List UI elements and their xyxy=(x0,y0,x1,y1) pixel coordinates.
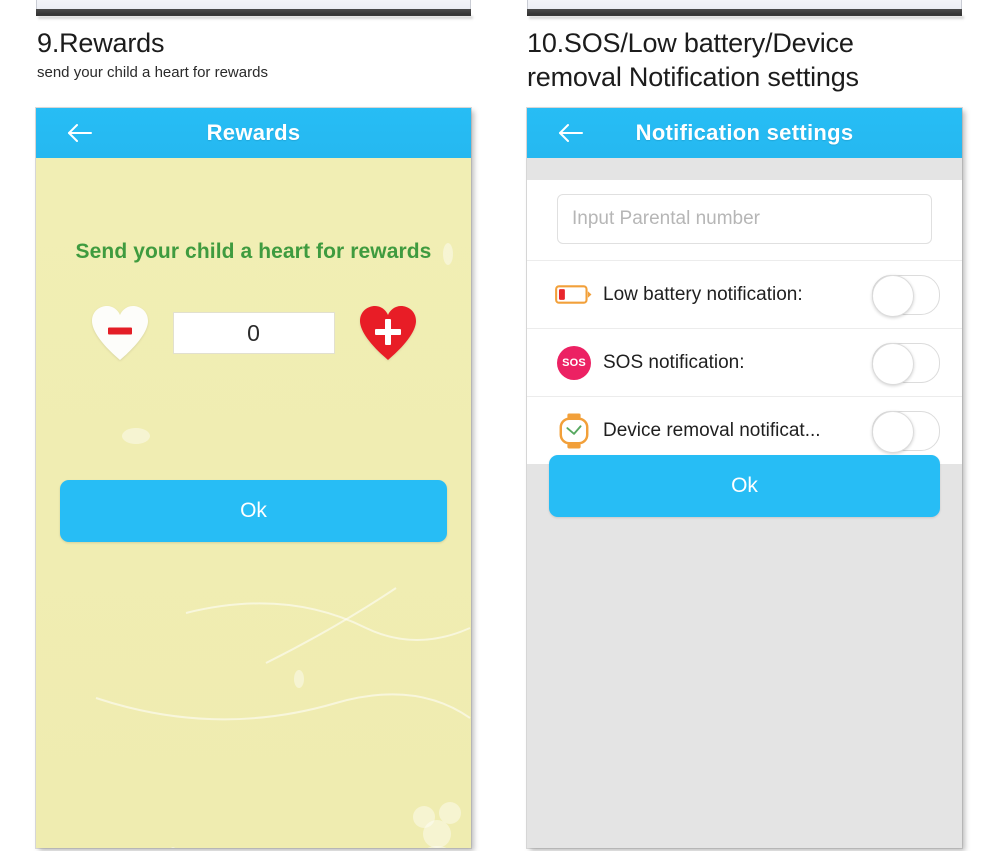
phone-screen-rewards: Rewards Send your child a heart for rewa… xyxy=(36,108,471,848)
white-heart-minus-icon[interactable] xyxy=(89,302,151,364)
settings-card: Low battery notification: SOS SOS notifi… xyxy=(527,180,962,464)
low-battery-toggle[interactable] xyxy=(872,274,940,317)
appbar-title: Notification settings xyxy=(635,120,854,145)
minus-sign xyxy=(107,327,132,335)
sos-icon: SOS xyxy=(551,345,597,380)
previous-screenshot-strip-left xyxy=(36,0,473,20)
top-spacer xyxy=(527,158,962,180)
appbar-notification-settings: Notification settings xyxy=(527,108,962,158)
reward-count-value: 0 xyxy=(247,319,260,346)
device-removal-notification-row[interactable]: Device removal notificat... xyxy=(527,397,962,464)
sos-toggle[interactable] xyxy=(872,342,940,385)
back-arrow-icon[interactable] xyxy=(557,123,583,143)
ok-button[interactable]: Ok xyxy=(549,455,940,517)
strip-pane xyxy=(36,0,471,9)
section-title: 9.Rewards xyxy=(37,28,165,58)
low-battery-icon xyxy=(551,284,597,305)
device-removal-label: Device removal notificat... xyxy=(603,419,821,441)
phone-screen-notification-settings: Notification settings Input Parental num… xyxy=(527,108,962,848)
low-battery-label: Low battery notification: xyxy=(603,283,803,305)
strip-shadow-bar xyxy=(36,9,471,16)
plus-sign xyxy=(374,319,401,345)
strip-shadow-bar xyxy=(527,9,962,16)
rewards-content: Send your child a heart for rewards 0 Ok xyxy=(36,158,471,848)
low-battery-notification-row[interactable]: Low battery notification: xyxy=(527,261,962,329)
toggle-knob xyxy=(872,342,914,385)
toggle-knob xyxy=(872,274,914,317)
section-caption-notification: 10.SOS/Low battery/Device removal Notifi… xyxy=(527,26,987,94)
parental-number-input[interactable] xyxy=(557,194,932,244)
appbar-rewards: Rewards xyxy=(36,108,471,158)
strip-soft-shadow xyxy=(38,16,473,19)
ok-button-label: Ok xyxy=(240,499,267,522)
section-title: 10.SOS/Low battery/Device removal Notifi… xyxy=(527,28,859,92)
watch-device-icon xyxy=(551,412,597,450)
parental-number-row xyxy=(527,180,962,261)
section-subtitle: send your child a heart for rewards xyxy=(37,64,268,81)
section-caption-rewards: 9.Rewards send your child a heart for re… xyxy=(37,26,497,83)
strip-pane xyxy=(527,0,962,9)
ok-button[interactable]: Ok xyxy=(60,480,447,542)
ok-button-label: Ok xyxy=(731,474,758,497)
back-arrow-icon[interactable] xyxy=(66,123,92,143)
toggle-knob xyxy=(872,410,914,453)
device-removal-toggle[interactable] xyxy=(872,410,940,453)
appbar-title: Rewards xyxy=(206,120,301,145)
sos-label: SOS notification: xyxy=(603,351,745,373)
reward-count-field[interactable]: 0 xyxy=(172,312,335,354)
strip-soft-shadow xyxy=(529,16,964,19)
rewards-headline: Send your child a heart for rewards xyxy=(75,240,432,263)
notification-settings-content: Low battery notification: SOS SOS notifi… xyxy=(527,158,962,848)
heart-counter-row: 0 xyxy=(36,298,471,368)
sos-notification-row[interactable]: SOS SOS notification: xyxy=(527,329,962,397)
red-heart-plus-icon[interactable] xyxy=(357,302,419,364)
previous-screenshot-strip-right xyxy=(527,0,964,20)
sos-badge: SOS xyxy=(557,345,591,380)
